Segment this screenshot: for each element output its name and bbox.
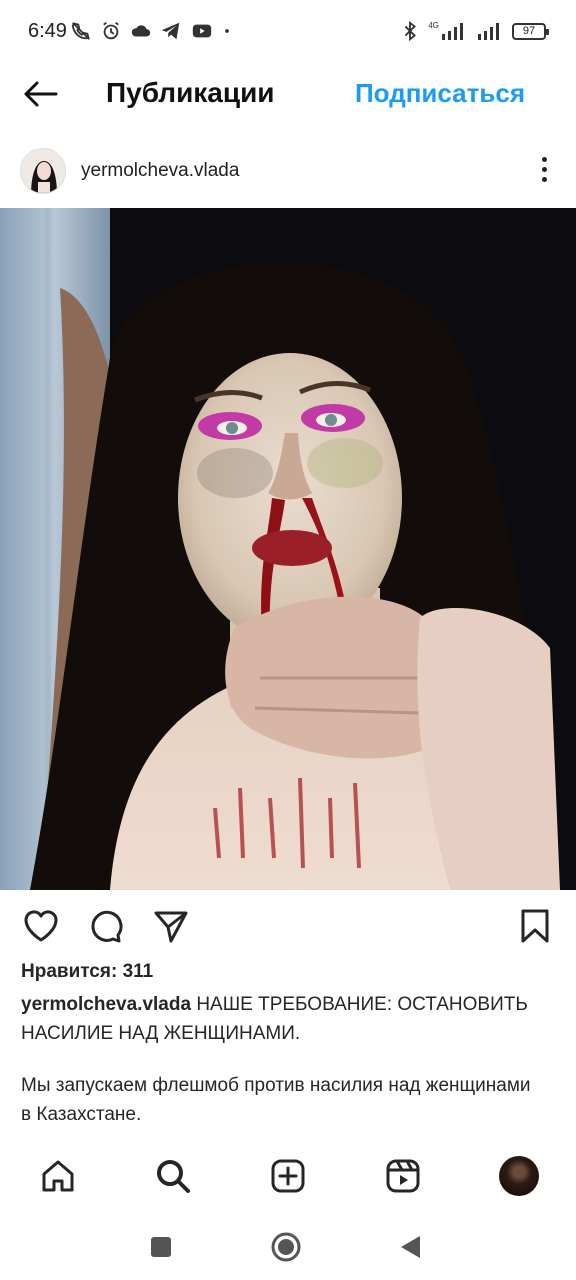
comment-button[interactable] — [86, 906, 126, 946]
follow-button[interactable]: Подписаться — [355, 78, 525, 109]
alarm-icon — [103, 21, 119, 40]
caption-paragraph: Мы запускаем флешмоб против насилия над … — [21, 1075, 531, 1125]
profile-avatar — [499, 1156, 539, 1196]
like-button[interactable] — [21, 906, 61, 946]
nav-profile[interactable] — [497, 1154, 541, 1198]
home-system-button[interactable] — [269, 1230, 303, 1264]
nav-create[interactable] — [266, 1154, 310, 1198]
bottom-navigation — [0, 1140, 576, 1210]
post-caption: yermolcheva.vlada НАШЕ ТРЕБОВАНИЕ: ОСТАН… — [21, 990, 541, 1048]
home-icon — [42, 1160, 74, 1192]
status-notification-icons — [70, 20, 232, 42]
recents-button[interactable] — [144, 1230, 178, 1264]
caption-username[interactable]: yermolcheva.vlada — [21, 994, 191, 1015]
post-username[interactable]: yermolcheva.vlada — [81, 160, 239, 182]
app-header: Публикации Подписаться — [0, 64, 576, 124]
heart-icon — [24, 910, 58, 942]
circle-icon — [271, 1232, 301, 1262]
more-vertical-icon — [534, 157, 554, 182]
more-options-button[interactable] — [534, 154, 554, 186]
plus-square-icon — [271, 1159, 305, 1193]
share-button[interactable] — [151, 906, 191, 946]
post-image[interactable] — [0, 208, 576, 890]
signal-icon-1 — [442, 23, 463, 40]
page-title: Публикации — [106, 77, 275, 108]
battery-icon: 97 — [512, 22, 549, 40]
battery-level: 97 — [522, 24, 536, 37]
status-bar: 6:49 4G 97 — [0, 0, 576, 64]
youtube-icon — [192, 24, 212, 38]
dot-icon — [225, 29, 229, 33]
nav-search[interactable] — [151, 1154, 195, 1198]
square-icon — [151, 1237, 171, 1257]
system-navigation-bar — [0, 1210, 576, 1280]
send-icon — [154, 911, 188, 943]
post-header: yermolcheva.vlada — [0, 140, 576, 200]
nav-home[interactable] — [36, 1154, 80, 1198]
back-button[interactable] — [20, 76, 60, 112]
cloud-icon — [131, 25, 151, 37]
status-system-icons: 4G 97 — [402, 20, 549, 42]
arrow-left-icon — [24, 81, 58, 107]
likes-count[interactable]: Нравится: 311 — [21, 961, 153, 983]
network-type-label: 4G — [428, 21, 439, 30]
search-icon — [157, 1160, 190, 1193]
bluetooth-icon — [405, 20, 417, 42]
status-time: 6:49 — [28, 20, 67, 42]
bookmark-icon — [521, 909, 549, 943]
muted-call-icon — [71, 22, 90, 40]
avatar[interactable] — [20, 148, 66, 194]
comment-icon — [91, 910, 123, 943]
reels-icon — [386, 1159, 420, 1193]
telegram-icon — [161, 22, 180, 40]
post-actions — [0, 900, 576, 952]
triangle-back-icon — [401, 1236, 420, 1258]
back-system-button[interactable] — [393, 1230, 427, 1264]
nav-reels[interactable] — [381, 1154, 425, 1198]
save-button[interactable] — [515, 906, 555, 946]
signal-icon-2 — [478, 23, 499, 40]
